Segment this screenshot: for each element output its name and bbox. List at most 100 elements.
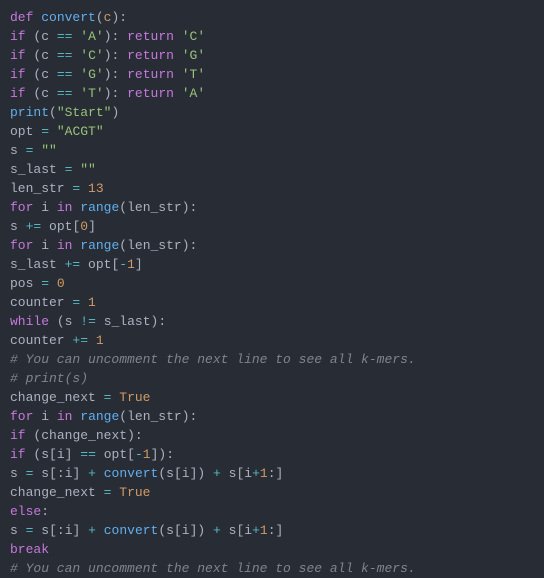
string: "ACGT": [57, 124, 104, 139]
string: 'A': [182, 86, 205, 101]
fn-name: convert: [41, 10, 96, 25]
string: 'G': [80, 67, 103, 82]
identifier: c: [41, 29, 49, 44]
op-assign: =: [26, 143, 34, 158]
colon: :: [268, 466, 276, 481]
number: 0: [57, 276, 65, 291]
paren: ): [104, 29, 112, 44]
op-plus: +: [213, 466, 221, 481]
paren: (: [119, 238, 127, 253]
keyword-if: if: [10, 48, 26, 63]
paren: ): [104, 67, 112, 82]
paren: ): [197, 466, 205, 481]
colon: :: [190, 200, 198, 215]
keyword-if: if: [10, 428, 26, 443]
identifier: s: [65, 314, 73, 329]
identifier: i: [244, 466, 252, 481]
number: 1: [260, 466, 268, 481]
identifier: c: [41, 67, 49, 82]
paren: (: [49, 105, 57, 120]
bracket: ]: [276, 523, 284, 538]
number: 1: [96, 333, 104, 348]
colon: :: [41, 504, 49, 519]
string: 'G': [182, 48, 205, 63]
identifier: change_next: [41, 428, 127, 443]
paren: (: [119, 200, 127, 215]
op-assign: =: [65, 162, 73, 177]
paren: ): [104, 86, 112, 101]
colon: :: [190, 409, 198, 424]
number: 1: [143, 447, 151, 462]
identifier: s_last: [10, 162, 57, 177]
code-block: def convert(c): if (c == 'A'): return 'C…: [0, 0, 544, 578]
op-assign: =: [41, 124, 49, 139]
op-pluseq: +=: [26, 219, 42, 234]
identifier: len_str: [127, 200, 182, 215]
op-plus: +: [252, 523, 260, 538]
number: 13: [88, 181, 104, 196]
op-plus: +: [88, 523, 96, 538]
identifier: c: [41, 86, 49, 101]
bracket: [: [127, 447, 135, 462]
bool: True: [119, 485, 150, 500]
op-pluseq: +=: [72, 333, 88, 348]
identifier: s: [10, 523, 18, 538]
op-eq: ==: [57, 48, 73, 63]
identifier: opt: [49, 219, 72, 234]
keyword-while: while: [10, 314, 49, 329]
identifier: i: [41, 238, 49, 253]
keyword-if: if: [10, 67, 26, 82]
comment: # print(s): [10, 371, 88, 386]
op-eq: ==: [80, 447, 96, 462]
bracket: [: [49, 523, 57, 538]
fn-range: range: [80, 200, 119, 215]
op-eq: ==: [57, 67, 73, 82]
colon: :: [190, 238, 198, 253]
bracket: [: [49, 466, 57, 481]
bracket: [: [49, 447, 57, 462]
keyword-else: else: [10, 504, 41, 519]
identifier: s_last: [10, 257, 57, 272]
identifier: len_str: [127, 238, 182, 253]
string: "": [80, 162, 96, 177]
number: 1: [88, 295, 96, 310]
identifier: i: [244, 523, 252, 538]
bracket: ]: [73, 523, 81, 538]
identifier: len_str: [127, 409, 182, 424]
identifier: counter: [10, 333, 65, 348]
op-pluseq: +=: [65, 257, 81, 272]
op-plus: +: [213, 523, 221, 538]
colon: :: [135, 428, 143, 443]
paren: ): [182, 238, 190, 253]
string: 'T': [182, 67, 205, 82]
identifier: s: [41, 523, 49, 538]
identifier: i: [65, 523, 73, 538]
colon: :: [158, 314, 166, 329]
identifier: s: [166, 466, 174, 481]
identifier: pos: [10, 276, 33, 291]
colon: :: [57, 466, 65, 481]
op-plus: +: [88, 466, 96, 481]
string: "Start": [57, 105, 112, 120]
colon: :: [119, 10, 127, 25]
keyword-in: in: [57, 200, 73, 215]
fn-convert: convert: [104, 523, 159, 538]
colon: :: [112, 67, 120, 82]
fn-range: range: [80, 409, 119, 424]
identifier: s_last: [104, 314, 151, 329]
identifier: opt: [10, 124, 33, 139]
keyword-for: for: [10, 200, 33, 215]
number: 1: [127, 257, 135, 272]
bool: True: [119, 390, 150, 405]
identifier: s: [166, 523, 174, 538]
identifier: i: [41, 409, 49, 424]
keyword-break: break: [10, 542, 49, 557]
identifier: s: [41, 447, 49, 462]
paren: (: [57, 314, 65, 329]
number: 0: [80, 219, 88, 234]
identifier: len_str: [10, 181, 65, 196]
bracket: [: [174, 466, 182, 481]
op-eq: ==: [57, 29, 73, 44]
paren: ): [182, 200, 190, 215]
keyword-return: return: [127, 67, 174, 82]
